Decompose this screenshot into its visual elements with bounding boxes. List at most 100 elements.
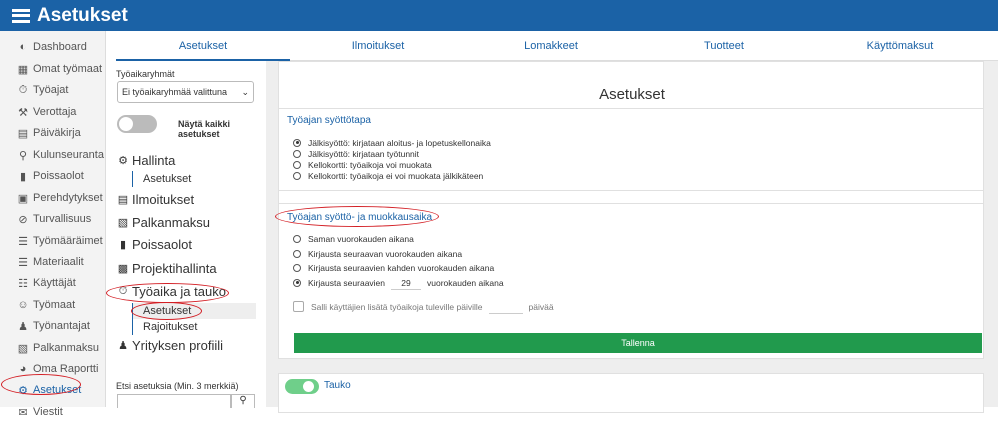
sub-tyoaika-asetukset[interactable]: Asetukset <box>132 303 256 319</box>
section-palkanmaksu[interactable]: ▧ Palkanmaksu <box>116 212 210 232</box>
radio[interactable] <box>293 249 301 258</box>
sidebar-item-poissaolot[interactable]: ▮ Poissaolot <box>0 165 106 187</box>
sidebar-item-materiaalit[interactable]: ☰ Materiaalit <box>0 251 106 273</box>
option-label: Kirjausta seuraavan vuorokauden aikana <box>308 248 463 259</box>
sidebar-item-label: Dashboard <box>33 41 87 53</box>
section-tyoaika-ja-tauko[interactable]: ⏱ Työaika ja tauko <box>116 281 226 301</box>
edit-option-1[interactable]: Kirjausta seuraavan vuorokauden aikana <box>293 248 462 259</box>
project-icon: ▩ <box>117 262 129 275</box>
entry-method-title: Työajan syöttötapa <box>287 115 371 126</box>
sidebar-item-turvallisuus[interactable]: ⊘ Turvallisuus <box>0 208 106 230</box>
hamburger-menu-icon[interactable] <box>12 8 30 23</box>
edit-option-2[interactable]: Kirjausta seuraavien kahden vuorokauden … <box>293 262 494 273</box>
sidebar: ◐ Dashboard ▦ Omat työmaat ⏱ Työajat ⚒ Verottaj… <box>0 31 106 419</box>
sidebar-item-perehdytykset[interactable]: ▣ Perehdytykset <box>0 187 106 209</box>
toggle-knob <box>119 117 133 131</box>
radio[interactable] <box>293 171 301 180</box>
radio-selected[interactable] <box>293 278 301 287</box>
sidebar-item-label: Verottaja <box>33 106 77 118</box>
sidebar-item-label: Perehdytykset <box>33 192 103 204</box>
section-label: Hallinta <box>132 152 176 168</box>
entry-option-2[interactable]: Kellokortti: työaikoja voi muokata <box>293 159 432 170</box>
sidebar-item-työmaat[interactable]: ☺ Työmaat <box>0 294 106 316</box>
show-all-toggle[interactable] <box>117 115 157 133</box>
sub-hallinta-asetukset[interactable]: Asetukset <box>132 171 191 187</box>
sidebar-item-omat-työmaat[interactable]: ▦ Omat työmaat <box>0 58 106 80</box>
gear-icon: ⚙ <box>118 154 128 167</box>
option-label: Jälkisyöttö: kirjataan työtunnit <box>308 148 420 159</box>
custom-suffix: vuorokauden aikana <box>427 277 504 288</box>
show-all-label: Näytä kaikki asetukset <box>178 119 231 139</box>
entry-method-card: Työajan syöttötapa Jälkisyöttö: kirjataa… <box>278 108 984 191</box>
sidebar-item-työnantajat[interactable]: ♟ Työnantajat <box>0 315 106 337</box>
group-select[interactable]: Ei työaikaryhmää valittuna ⌄ <box>117 81 254 103</box>
toggle-knob <box>303 381 314 392</box>
sidebar-item-työajat[interactable]: ⏱ Työajat <box>0 79 106 101</box>
report-icon: ◕ <box>19 363 27 375</box>
employer-icon: ♟ <box>18 320 28 333</box>
radio[interactable] <box>293 160 301 169</box>
sidebar-item-label: Materiaalit <box>33 256 84 268</box>
notification-icon: ▤ <box>117 193 129 206</box>
page-title: Asetukset <box>599 86 665 103</box>
sidebar-item-oma-raportti[interactable]: ◕ Oma Raportti <box>0 358 106 380</box>
sidebar-item-palkanmaksu[interactable]: ▧ Palkanmaksu <box>0 337 106 359</box>
users-icon: ☷ <box>18 277 28 290</box>
sidebar-item-päiväkirja[interactable]: ▤ Päiväkirja <box>0 122 106 144</box>
days-input[interactable]: 29 <box>391 276 422 290</box>
future-days-input[interactable] <box>488 300 523 314</box>
tab-lomakkeet[interactable]: Lomakkeet <box>466 31 636 61</box>
break-label: Tauko <box>324 380 351 391</box>
chevron-down-icon: ⌄ <box>241 87 249 97</box>
sidebar-item-kulunseuranta[interactable]: ⚲ Kulunseuranta <box>0 144 106 166</box>
future-days-checkbox[interactable] <box>293 301 304 312</box>
absence-icon: ▮ <box>119 238 127 251</box>
section-yrityksen-profiili[interactable]: ♟ Yrityksen profiili <box>116 335 223 355</box>
radio-selected[interactable] <box>293 138 301 147</box>
settings-search-input[interactable] <box>117 394 231 408</box>
sidebar-item-työmääräimet[interactable]: ☰ Työmääräimet <box>0 230 106 252</box>
option-label: Kellokortti: työaikoja voi muokata <box>308 159 432 170</box>
radio[interactable] <box>293 149 301 158</box>
group-label: Työaikaryhmät <box>116 69 175 79</box>
option-label: Kirjausta seuraavien kahden vuorokauden … <box>308 262 495 273</box>
payroll-icon: ▧ <box>117 216 129 229</box>
absence-icon: ▮ <box>19 170 27 183</box>
entry-option-0[interactable]: Jälkisyöttö: kirjataan aloitus- ja lopet… <box>293 137 491 148</box>
sub-tyoaika-rajoitukset[interactable]: Rajoitukset <box>132 319 197 335</box>
sidebar-item-asetukset[interactable]: ⚙ Asetukset <box>0 379 106 401</box>
location-icon: ⚲ <box>18 149 28 162</box>
book-icon: ▤ <box>17 127 29 140</box>
section-hallinta[interactable]: ⚙ Hallinta <box>116 150 175 170</box>
edit-option-0[interactable]: Saman vuorokauden aikana <box>293 233 414 244</box>
section-ilmoitukset[interactable]: ▤ Ilmoitukset <box>116 189 194 209</box>
orientation-icon: ▣ <box>17 192 29 205</box>
sidebar-item-label: Työnantajat <box>33 320 90 332</box>
tab-tuotteet[interactable]: Tuotteet <box>636 31 812 61</box>
sidebar-item-viestit[interactable]: ✉ Viestit <box>0 401 106 423</box>
option-label: Kellokortti: työaikoja ei voi muokata jä… <box>308 170 484 181</box>
profile-icon: ♟ <box>118 339 128 352</box>
mail-icon: ✉ <box>18 406 28 419</box>
entry-option-3[interactable]: Kellokortti: työaikoja ei voi muokata jä… <box>293 170 483 181</box>
radio[interactable] <box>293 234 301 243</box>
sidebar-item-label: Kulunseuranta <box>33 149 104 161</box>
section-label: Projektihallinta <box>132 260 217 276</box>
tab-asetukset[interactable]: Asetukset <box>116 31 290 61</box>
future-suffix: päivää <box>528 301 554 312</box>
edit-option-custom[interactable]: Kirjausta seuraavien 29 vuorokauden aika… <box>293 276 504 290</box>
tab-ilmoitukset[interactable]: Ilmoitukset <box>290 31 466 61</box>
sidebar-item-käyttäjät[interactable]: ☷ Käyttäjät <box>0 272 106 294</box>
tab-kayttomaksut[interactable]: Käyttömaksut <box>812 31 988 61</box>
section-projektihallinta[interactable]: ▩ Projektihallinta <box>116 258 217 278</box>
sidebar-item-dashboard[interactable]: ◐ Dashboard <box>0 36 106 58</box>
entry-option-1[interactable]: Jälkisyöttö: kirjataan työtunnit <box>293 148 419 159</box>
search-icon[interactable]: ⚲ <box>231 394 255 408</box>
radio[interactable] <box>293 263 301 272</box>
sidebar-item-label: Käyttäjät <box>33 277 76 289</box>
save-button[interactable]: Tallenna <box>294 333 982 353</box>
gear-icon: ⚙ <box>18 384 28 397</box>
break-toggle[interactable] <box>285 379 319 394</box>
section-poissaolot[interactable]: ▮ Poissaolot <box>116 234 192 254</box>
sidebar-item-verottaja[interactable]: ⚒ Verottaja <box>0 101 106 123</box>
